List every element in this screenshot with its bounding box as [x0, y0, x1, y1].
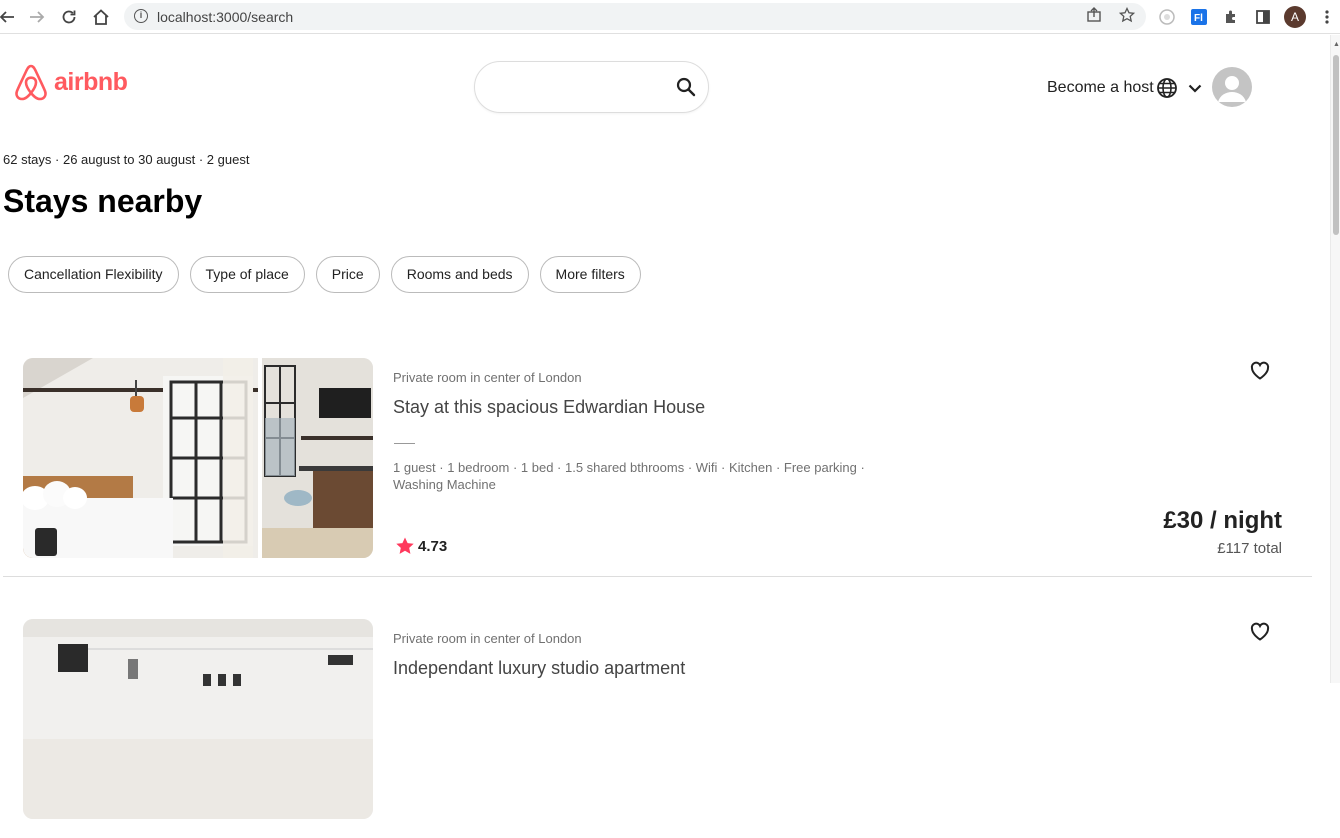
- listing-photo[interactable]: [23, 358, 373, 558]
- star-icon: [396, 537, 414, 554]
- filter-more-filters[interactable]: More filters: [539, 256, 641, 293]
- chevron-down-icon[interactable]: [1186, 79, 1204, 97]
- share-icon[interactable]: [1086, 7, 1102, 27]
- listing-title[interactable]: Stay at this spacious Edwardian House: [393, 397, 705, 418]
- listing-price: £30 / night: [1163, 507, 1282, 534]
- extensions-puzzle-icon[interactable]: [1221, 7, 1241, 27]
- logo-wordmark: airbnb: [54, 67, 128, 96]
- menu-kebab-icon[interactable]: [1317, 7, 1337, 27]
- airbnb-logo[interactable]: airbnb: [13, 63, 128, 101]
- listing-title[interactable]: Independant luxury studio apartment: [393, 658, 685, 679]
- listing-card[interactable]: Private room in center of London Indepen…: [3, 618, 1312, 838]
- listing-card[interactable]: Private room in center of London Stay at…: [3, 357, 1312, 577]
- user-silhouette-icon: [1218, 76, 1246, 102]
- user-avatar[interactable]: [1212, 67, 1252, 107]
- site-info-icon[interactable]: i: [134, 9, 148, 23]
- translate-extension-icon[interactable]: Fl: [1189, 7, 1209, 27]
- profile-avatar[interactable]: A: [1284, 6, 1306, 28]
- home-icon[interactable]: [90, 6, 112, 28]
- heart-icon[interactable]: [1248, 619, 1272, 643]
- studio-photo-image: [23, 619, 373, 819]
- scrollbar-thumb[interactable]: [1333, 55, 1339, 235]
- search-bar[interactable]: [474, 61, 709, 113]
- listing-photo[interactable]: [23, 619, 373, 819]
- back-arrow-icon[interactable]: [0, 6, 18, 28]
- bedroom-photo-image: [23, 358, 373, 558]
- heart-icon[interactable]: [1248, 358, 1272, 382]
- listing-features: 1 guest · 1 bedroom · 1 bed · 1.5 shared…: [393, 460, 865, 492]
- divider: [394, 443, 415, 444]
- listing-rating: 4.73: [395, 536, 447, 556]
- scroll-up-icon[interactable]: ▲: [1333, 41, 1340, 48]
- forward-arrow-icon[interactable]: [26, 6, 48, 28]
- filter-bar: Cancellation Flexibility Type of place P…: [8, 256, 641, 293]
- reload-icon[interactable]: [58, 6, 80, 28]
- filter-rooms-and-beds[interactable]: Rooms and beds: [390, 256, 529, 293]
- page-title: Stays nearby: [3, 183, 203, 219]
- bookmark-star-icon[interactable]: [1118, 6, 1136, 27]
- filter-price[interactable]: Price: [315, 256, 380, 293]
- side-panel-icon[interactable]: [1253, 7, 1273, 27]
- listing-type: Private room in center of London: [393, 370, 582, 385]
- url-text[interactable]: localhost:3000/search: [157, 9, 293, 25]
- become-host-link[interactable]: Become a host: [1047, 79, 1154, 97]
- filter-cancellation-flexibility[interactable]: Cancellation Flexibility: [8, 256, 179, 293]
- page-scrollbar[interactable]: ▲: [1330, 35, 1340, 683]
- globe-icon[interactable]: [1156, 77, 1178, 99]
- search-icon[interactable]: [675, 76, 697, 98]
- search-input[interactable]: [489, 74, 669, 102]
- search-page: airbnb Become a host 62 stays · 26 augus…: [0, 35, 1330, 819]
- address-bar[interactable]: i localhost:3000/search: [124, 3, 1146, 30]
- listing-total: £117 total: [1217, 540, 1282, 557]
- rating-value: 4.73: [418, 537, 448, 555]
- filter-type-of-place[interactable]: Type of place: [189, 256, 305, 293]
- airbnb-logo-icon: [15, 64, 47, 101]
- listing-type: Private room in center of London: [393, 631, 582, 646]
- browser-toolbar: i localhost:3000/search Fl A: [0, 0, 1340, 34]
- svg-text:Fl: Fl: [1194, 13, 1203, 24]
- search-summary: 62 stays · 26 august to 30 august · 2 gu…: [3, 152, 250, 167]
- extension-icon[interactable]: [1157, 7, 1177, 27]
